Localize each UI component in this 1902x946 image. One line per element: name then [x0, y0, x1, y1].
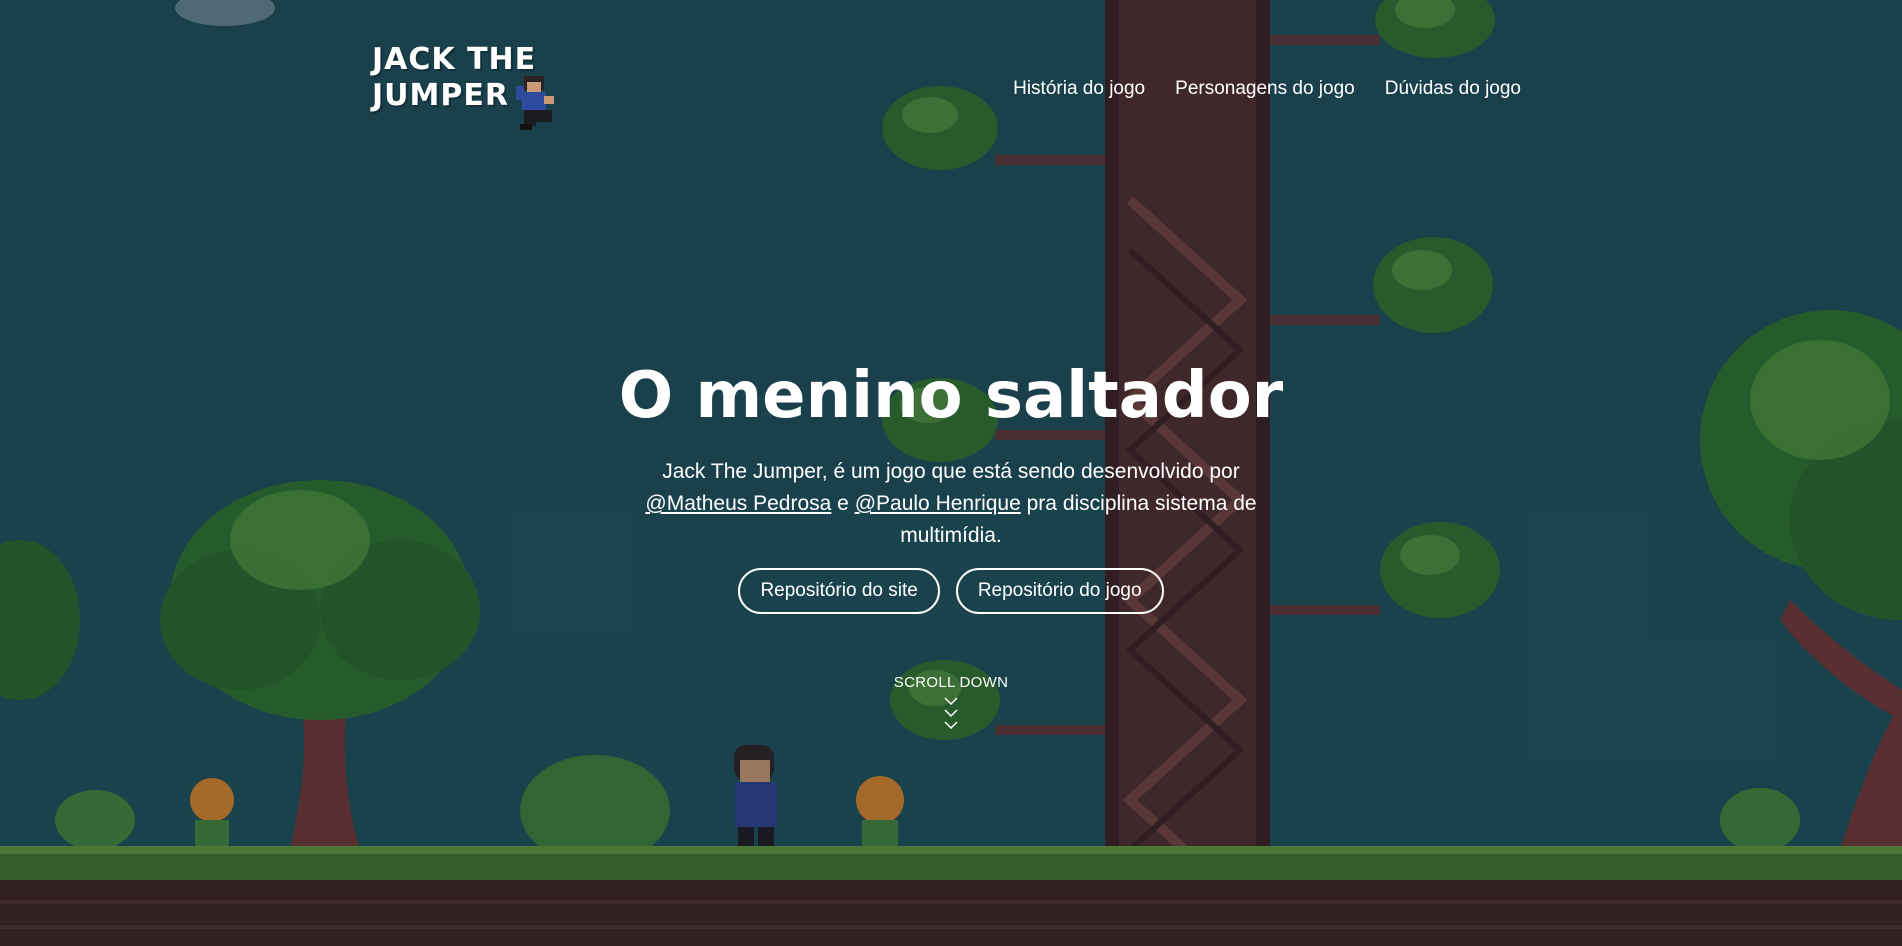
site-repo-button[interactable]: Repositório do site	[738, 568, 940, 614]
jumping-boy-icon	[516, 76, 554, 130]
main-nav: História do jogo Personagens do jogo Dúv…	[1013, 78, 1521, 100]
game-repo-button[interactable]: Repositório do jogo	[955, 568, 1164, 614]
logo-line-2: JUMPER	[372, 78, 509, 113]
nav-link-personagens[interactable]: Personagens do jogo	[1175, 78, 1355, 100]
logo-line-1: JACK THE	[372, 42, 537, 77]
site-header: JACK THE JUMPER História do jogo Persona…	[0, 0, 1902, 140]
hero-section: O menino saltador Jack The Jumper, é um …	[0, 340, 1902, 614]
page: JACK THE JUMPER História do jogo Persona…	[0, 0, 1902, 946]
author-link-matheus[interactable]: @Matheus Pedrosa	[645, 492, 831, 515]
hero-title: O menino saltador	[618, 359, 1284, 433]
chevron-down-icon	[944, 697, 958, 729]
hero-desc-part-1: Jack The Jumper, é um jogo que está send…	[662, 460, 1240, 483]
nav-link-historia[interactable]: História do jogo	[1013, 78, 1145, 100]
hero-buttons: Repositório do site Repositório do jogo	[0, 568, 1902, 614]
logo[interactable]: JACK THE JUMPER	[372, 40, 562, 132]
author-link-paulo[interactable]: @Paulo Henrique	[855, 492, 1021, 515]
hero-desc-part-2: e	[831, 492, 855, 515]
nav-link-duvidas[interactable]: Dúvidas do jogo	[1385, 78, 1521, 100]
scroll-down-label: SCROLL DOWN	[893, 674, 1009, 691]
hero-description: Jack The Jumper, é um jogo que está send…	[631, 456, 1271, 552]
scroll-down[interactable]: SCROLL DOWN	[0, 674, 1902, 729]
